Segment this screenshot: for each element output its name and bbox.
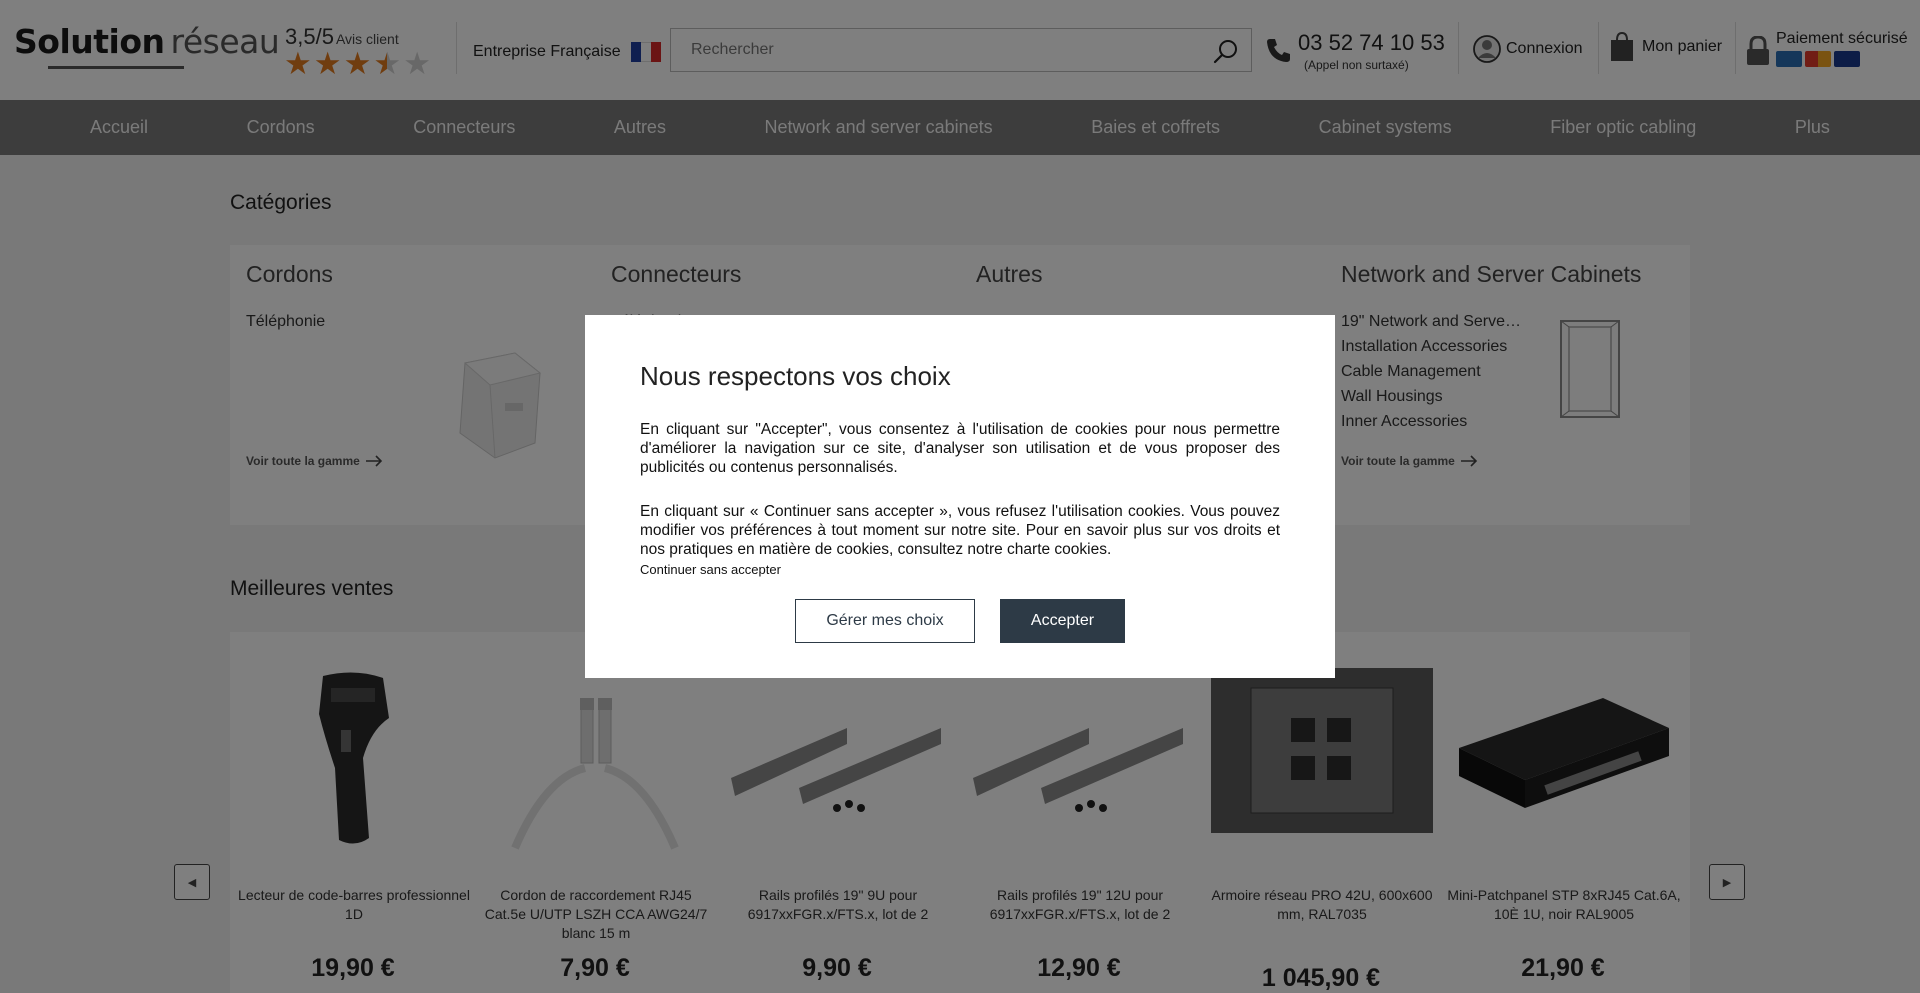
cookie-paragraph-accept: En cliquant sur "Accepter", vous consent…	[640, 421, 1280, 476]
cookie-paragraph-refuse: En cliquant sur « Continuer sans accepte…	[640, 503, 1280, 558]
cookie-consent-modal: Nous respectons vos choix En cliquant su…	[585, 315, 1335, 678]
continue-without-accepting-link[interactable]: Continuer sans accepter	[640, 562, 781, 577]
cookie-modal-title: Nous respectons vos choix	[640, 361, 951, 391]
accept-button[interactable]: Accepter	[1000, 599, 1125, 643]
manage-choices-button[interactable]: Gérer mes choix	[795, 599, 975, 643]
